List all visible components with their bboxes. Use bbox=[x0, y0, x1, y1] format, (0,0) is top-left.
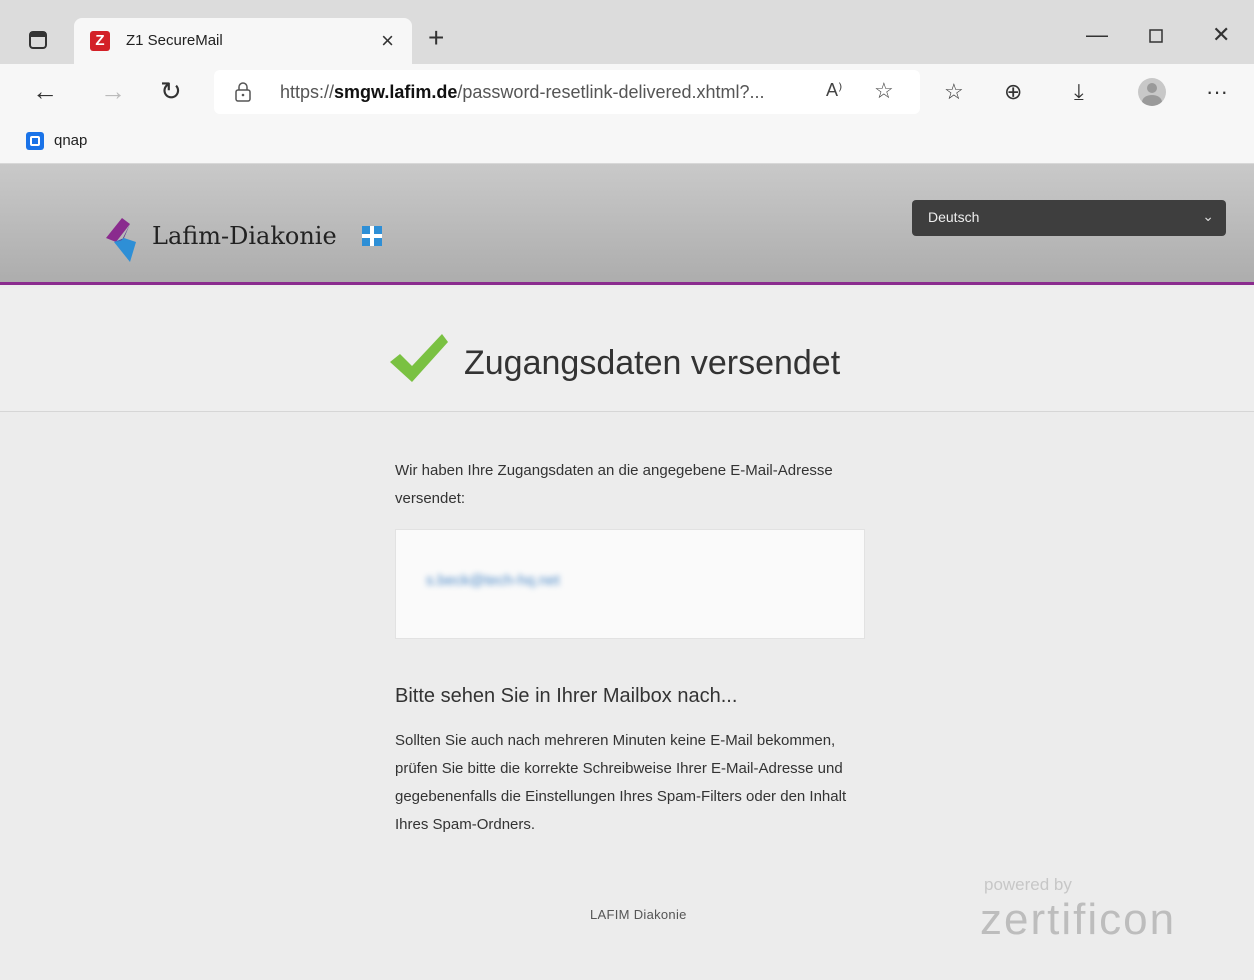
lafim-logo-icon bbox=[106, 218, 136, 262]
browser-tab-bar: Z Z1 SecureMail × + — ✕ bbox=[0, 0, 1254, 64]
zertificon-logo: zertificon bbox=[980, 895, 1177, 944]
tab-actions-icon[interactable] bbox=[26, 28, 50, 52]
close-icon[interactable]: × bbox=[381, 28, 394, 54]
qnap-icon[interactable] bbox=[26, 132, 44, 150]
diakonie-cross-icon bbox=[362, 226, 382, 246]
window-close-icon[interactable]: ✕ bbox=[1212, 22, 1230, 48]
bookmarks-bar: qnap bbox=[0, 120, 1254, 164]
address-bar[interactable]: https://smgw.lafim.de/password-resetlink… bbox=[214, 70, 920, 114]
favorites-icon[interactable]: ☆ bbox=[944, 80, 964, 104]
minimize-icon[interactable]: — bbox=[1086, 22, 1108, 48]
download-icon[interactable]: ⤓ bbox=[1074, 80, 1084, 104]
lock-icon[interactable] bbox=[234, 82, 252, 102]
browser-tab[interactable]: Z Z1 SecureMail × bbox=[74, 18, 412, 64]
instructions-text: Sollten Sie auch nach mehreren Minuten k… bbox=[395, 732, 847, 833]
bookmark-qnap[interactable]: qnap bbox=[54, 132, 87, 149]
profile-icon[interactable] bbox=[1138, 78, 1166, 106]
language-value: Deutsch bbox=[928, 209, 980, 225]
collections-icon[interactable]: ⊕ bbox=[1004, 80, 1022, 104]
footer-org: LAFIM Diakonie bbox=[590, 907, 687, 922]
brand-name: Lafim-Diakonie bbox=[152, 222, 337, 250]
title-band: Zugangsdaten versendet bbox=[0, 288, 1254, 412]
add-favorite-icon[interactable]: ☆ bbox=[874, 78, 894, 104]
email-box: s.beck@tech-hq.net bbox=[395, 529, 865, 639]
read-aloud-icon[interactable]: A⁾ bbox=[826, 80, 842, 101]
intro-text: Wir haben Ihre Zugangsdaten an die angeg… bbox=[395, 462, 833, 507]
maximize-icon[interactable] bbox=[1148, 24, 1164, 50]
browser-toolbar: ← → ↻ https://smgw.lafim.de/password-res… bbox=[0, 64, 1254, 120]
email-address: s.beck@tech-hq.net bbox=[426, 572, 560, 589]
url-text[interactable]: https://smgw.lafim.de/password-resetlink… bbox=[280, 82, 765, 103]
page-title: Zugangsdaten versendet bbox=[464, 344, 841, 382]
back-icon[interactable]: ← bbox=[32, 76, 58, 106]
mailbox-heading: Bitte sehen Sie in Ihrer Mailbox nach... bbox=[395, 685, 738, 707]
checkmark-icon bbox=[390, 334, 448, 382]
refresh-icon[interactable]: ↻ bbox=[160, 76, 182, 106]
language-select[interactable]: Deutsch ⌄ bbox=[912, 200, 1226, 236]
chevron-down-icon: ⌄ bbox=[1202, 208, 1214, 224]
tab-title: Z1 SecureMail bbox=[126, 32, 223, 49]
main-content: Wir haben Ihre Zugangsdaten an die angeg… bbox=[0, 413, 1254, 980]
forward-icon[interactable]: → bbox=[100, 76, 126, 106]
powered-by-label: powered by bbox=[984, 875, 1072, 894]
site-header: Lafim-Diakonie Deutsch ⌄ bbox=[0, 164, 1254, 285]
zertificon-favicon-icon: Z bbox=[90, 31, 110, 51]
more-icon[interactable]: ··· bbox=[1206, 80, 1228, 104]
new-tab-icon[interactable]: + bbox=[428, 24, 444, 52]
